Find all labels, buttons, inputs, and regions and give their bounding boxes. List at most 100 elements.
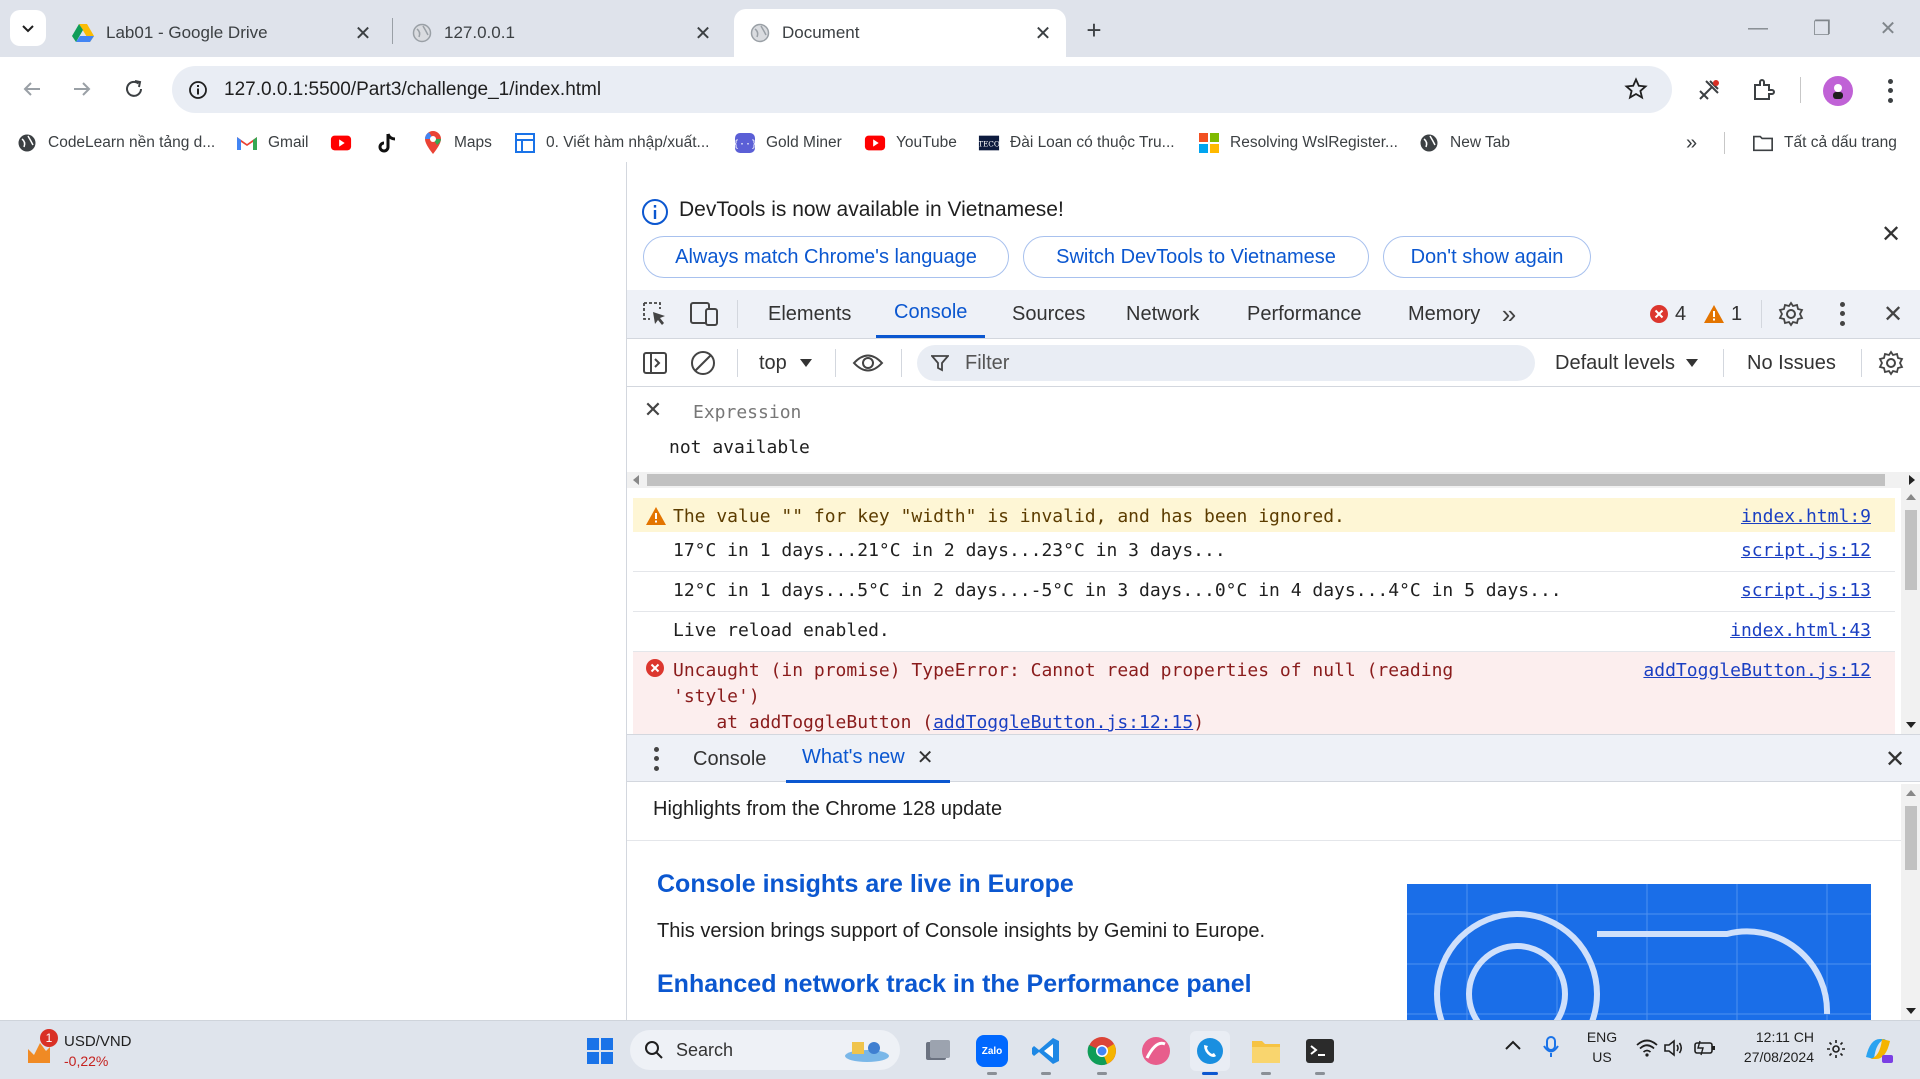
bookmark-gmail[interactable]: Gmail (236, 130, 308, 156)
settings-gear-icon[interactable] (1777, 300, 1805, 328)
always-match-language-button[interactable]: Always match Chrome's language (643, 236, 1009, 278)
address-bar[interactable]: 127.0.0.1:5500/Part3/challenge_1/index.h… (172, 66, 1672, 113)
warning-count-badge[interactable]: 1 (1703, 302, 1742, 326)
close-icon[interactable]: ✕ (350, 20, 376, 46)
copilot-icon[interactable] (1862, 1033, 1894, 1065)
close-window-button[interactable]: ✕ (1864, 10, 1912, 46)
close-tab-icon[interactable]: ✕ (917, 745, 934, 770)
bookmark-codelearn[interactable]: CodeLearn nền tảng d... (16, 130, 215, 156)
bookmark-maps[interactable]: Maps (422, 130, 492, 156)
show-hidden-icons-chevron[interactable] (1504, 1039, 1522, 1051)
taskbar-search[interactable]: Search (630, 1030, 900, 1070)
profile-avatar[interactable] (1823, 76, 1853, 106)
bookmark-tiktok[interactable] (376, 130, 408, 156)
filter-input[interactable]: Filter (917, 345, 1535, 381)
drawer-tab-console[interactable]: Console (693, 735, 766, 783)
scrollbar-thumb[interactable] (1905, 510, 1917, 590)
battery-icon[interactable] (1694, 1039, 1716, 1057)
bookmark-star-icon[interactable] (1624, 77, 1648, 101)
file-explorer-icon[interactable] (1246, 1031, 1286, 1075)
tab-sources[interactable]: Sources (1012, 290, 1085, 338)
close-drawer-icon[interactable]: ✕ (1881, 745, 1909, 773)
wifi-icon[interactable] (1636, 1039, 1658, 1057)
all-bookmarks-button[interactable]: Tất cả dấu trang (1752, 130, 1897, 156)
stack-trace-link[interactable]: addToggleButton.js:12:15 (933, 712, 1193, 733)
chrome-icon[interactable] (1082, 1031, 1122, 1075)
tab-elements[interactable]: Elements (768, 290, 851, 338)
clear-console-icon[interactable] (689, 349, 717, 377)
close-infobar-icon[interactable]: ✕ (1881, 220, 1901, 249)
devtools-extension-icon[interactable] (1696, 77, 1722, 103)
language-indicator[interactable]: ENG US (1580, 1029, 1624, 1065)
close-icon[interactable]: ✕ (690, 20, 716, 46)
remove-expression-icon[interactable]: ✕ (641, 397, 665, 422)
bookmark-dai-loan[interactable]: TECO Đài Loan có thuộc Tru... (978, 130, 1175, 156)
start-button[interactable] (580, 1031, 620, 1071)
tab-console[interactable]: Console (876, 290, 986, 338)
bookmark-youtube-2[interactable]: YouTube (864, 130, 957, 156)
tab-search-button[interactable] (10, 10, 46, 46)
message-source-link[interactable]: addToggleButton.js:12 (1643, 660, 1871, 681)
expression-input[interactable]: Expression (693, 402, 801, 423)
error-count-badge[interactable]: 4 (1649, 302, 1686, 326)
article-title-link[interactable]: Enhanced network track in the Performanc… (657, 970, 1252, 999)
tab-document[interactable]: Document ✕ (734, 9, 1066, 57)
log-levels-dropdown[interactable]: Default levels (1555, 349, 1699, 377)
console-settings-gear-icon[interactable] (1877, 349, 1905, 377)
extensions-icon[interactable] (1750, 77, 1776, 103)
bookmark-resolving-wsl[interactable]: Resolving WslRegister... (1198, 130, 1398, 156)
new-tab-button[interactable]: + (1078, 14, 1110, 46)
notification-settings-icon[interactable] (1826, 1039, 1846, 1059)
sidebar-toggle-icon[interactable] (641, 349, 669, 377)
back-button[interactable] (12, 69, 52, 109)
bookmark-viet-ham[interactable]: 0. Viết hàm nhập/xuất... (514, 130, 709, 156)
forward-button[interactable] (62, 69, 102, 109)
bookmark-youtube-1[interactable] (330, 130, 362, 156)
zalo-icon[interactable]: Zalo (972, 1031, 1012, 1075)
tab-network[interactable]: Network (1126, 290, 1199, 338)
reload-button[interactable] (114, 69, 154, 109)
vscode-icon[interactable] (1026, 1031, 1066, 1075)
message-source-link[interactable]: script.js:12 (1741, 540, 1871, 561)
minimize-button[interactable]: — (1734, 10, 1782, 46)
issues-counter[interactable]: No Issues (1747, 349, 1836, 377)
dont-show-again-button[interactable]: Don't show again (1383, 236, 1591, 278)
clock[interactable]: 12:11 CH 27/08/2024 (1728, 1029, 1814, 1065)
customize-menu-icon[interactable] (1835, 300, 1849, 328)
tab-localhost[interactable]: 127.0.0.1 ✕ (396, 9, 726, 57)
more-bookmarks-chevron-icon[interactable]: » (1686, 130, 1697, 156)
switch-to-vietnamese-button[interactable]: Switch DevTools to Vietnamese (1023, 236, 1369, 278)
drawer-menu-icon[interactable] (651, 745, 661, 773)
site-info-icon[interactable] (184, 76, 212, 104)
arc-browser-icon[interactable] (1136, 1031, 1176, 1071)
skype-call-icon[interactable] (1190, 1031, 1230, 1075)
article-title-link[interactable]: Console insights are live in Europe (657, 870, 1074, 899)
tab-memory[interactable]: Memory (1408, 290, 1480, 338)
currency-widget[interactable]: 1 USD/VND -0,22% (20, 1029, 140, 1073)
more-tabs-chevron-icon[interactable]: » (1495, 299, 1523, 329)
bookmark-gold-miner[interactable]: {··} Gold Miner (734, 130, 842, 156)
restore-button[interactable]: ❐ (1798, 10, 1846, 46)
context-selector[interactable]: top (759, 349, 813, 377)
scrollbar-thumb[interactable] (647, 474, 1885, 486)
vertical-scrollbar[interactable] (1901, 488, 1920, 734)
device-toolbar-icon[interactable] (689, 300, 719, 328)
volume-icon[interactable] (1664, 1039, 1684, 1057)
close-icon[interactable]: ✕ (1030, 20, 1056, 46)
microphone-icon[interactable] (1542, 1035, 1560, 1059)
bookmark-new-tab[interactable]: New Tab (1418, 130, 1510, 156)
drawer-vertical-scrollbar[interactable] (1901, 784, 1920, 1020)
message-source-link[interactable]: index.html:43 (1730, 620, 1871, 641)
more-menu-icon[interactable] (1880, 77, 1900, 105)
tab-google-drive[interactable]: Lab01 - Google Drive ✕ (56, 9, 386, 57)
live-expression-eye-icon[interactable] (851, 349, 885, 377)
task-view-icon[interactable] (918, 1031, 958, 1071)
terminal-icon[interactable] (1300, 1031, 1340, 1075)
horizontal-scrollbar[interactable] (627, 472, 1920, 488)
tab-performance[interactable]: Performance (1247, 290, 1362, 338)
message-source-link[interactable]: index.html:9 (1741, 506, 1871, 527)
scrollbar-thumb[interactable] (1905, 806, 1917, 870)
message-source-link[interactable]: script.js:13 (1741, 580, 1871, 601)
inspect-element-icon[interactable] (641, 300, 669, 328)
drawer-tab-whats-new[interactable]: What's new ✕ (786, 735, 950, 783)
